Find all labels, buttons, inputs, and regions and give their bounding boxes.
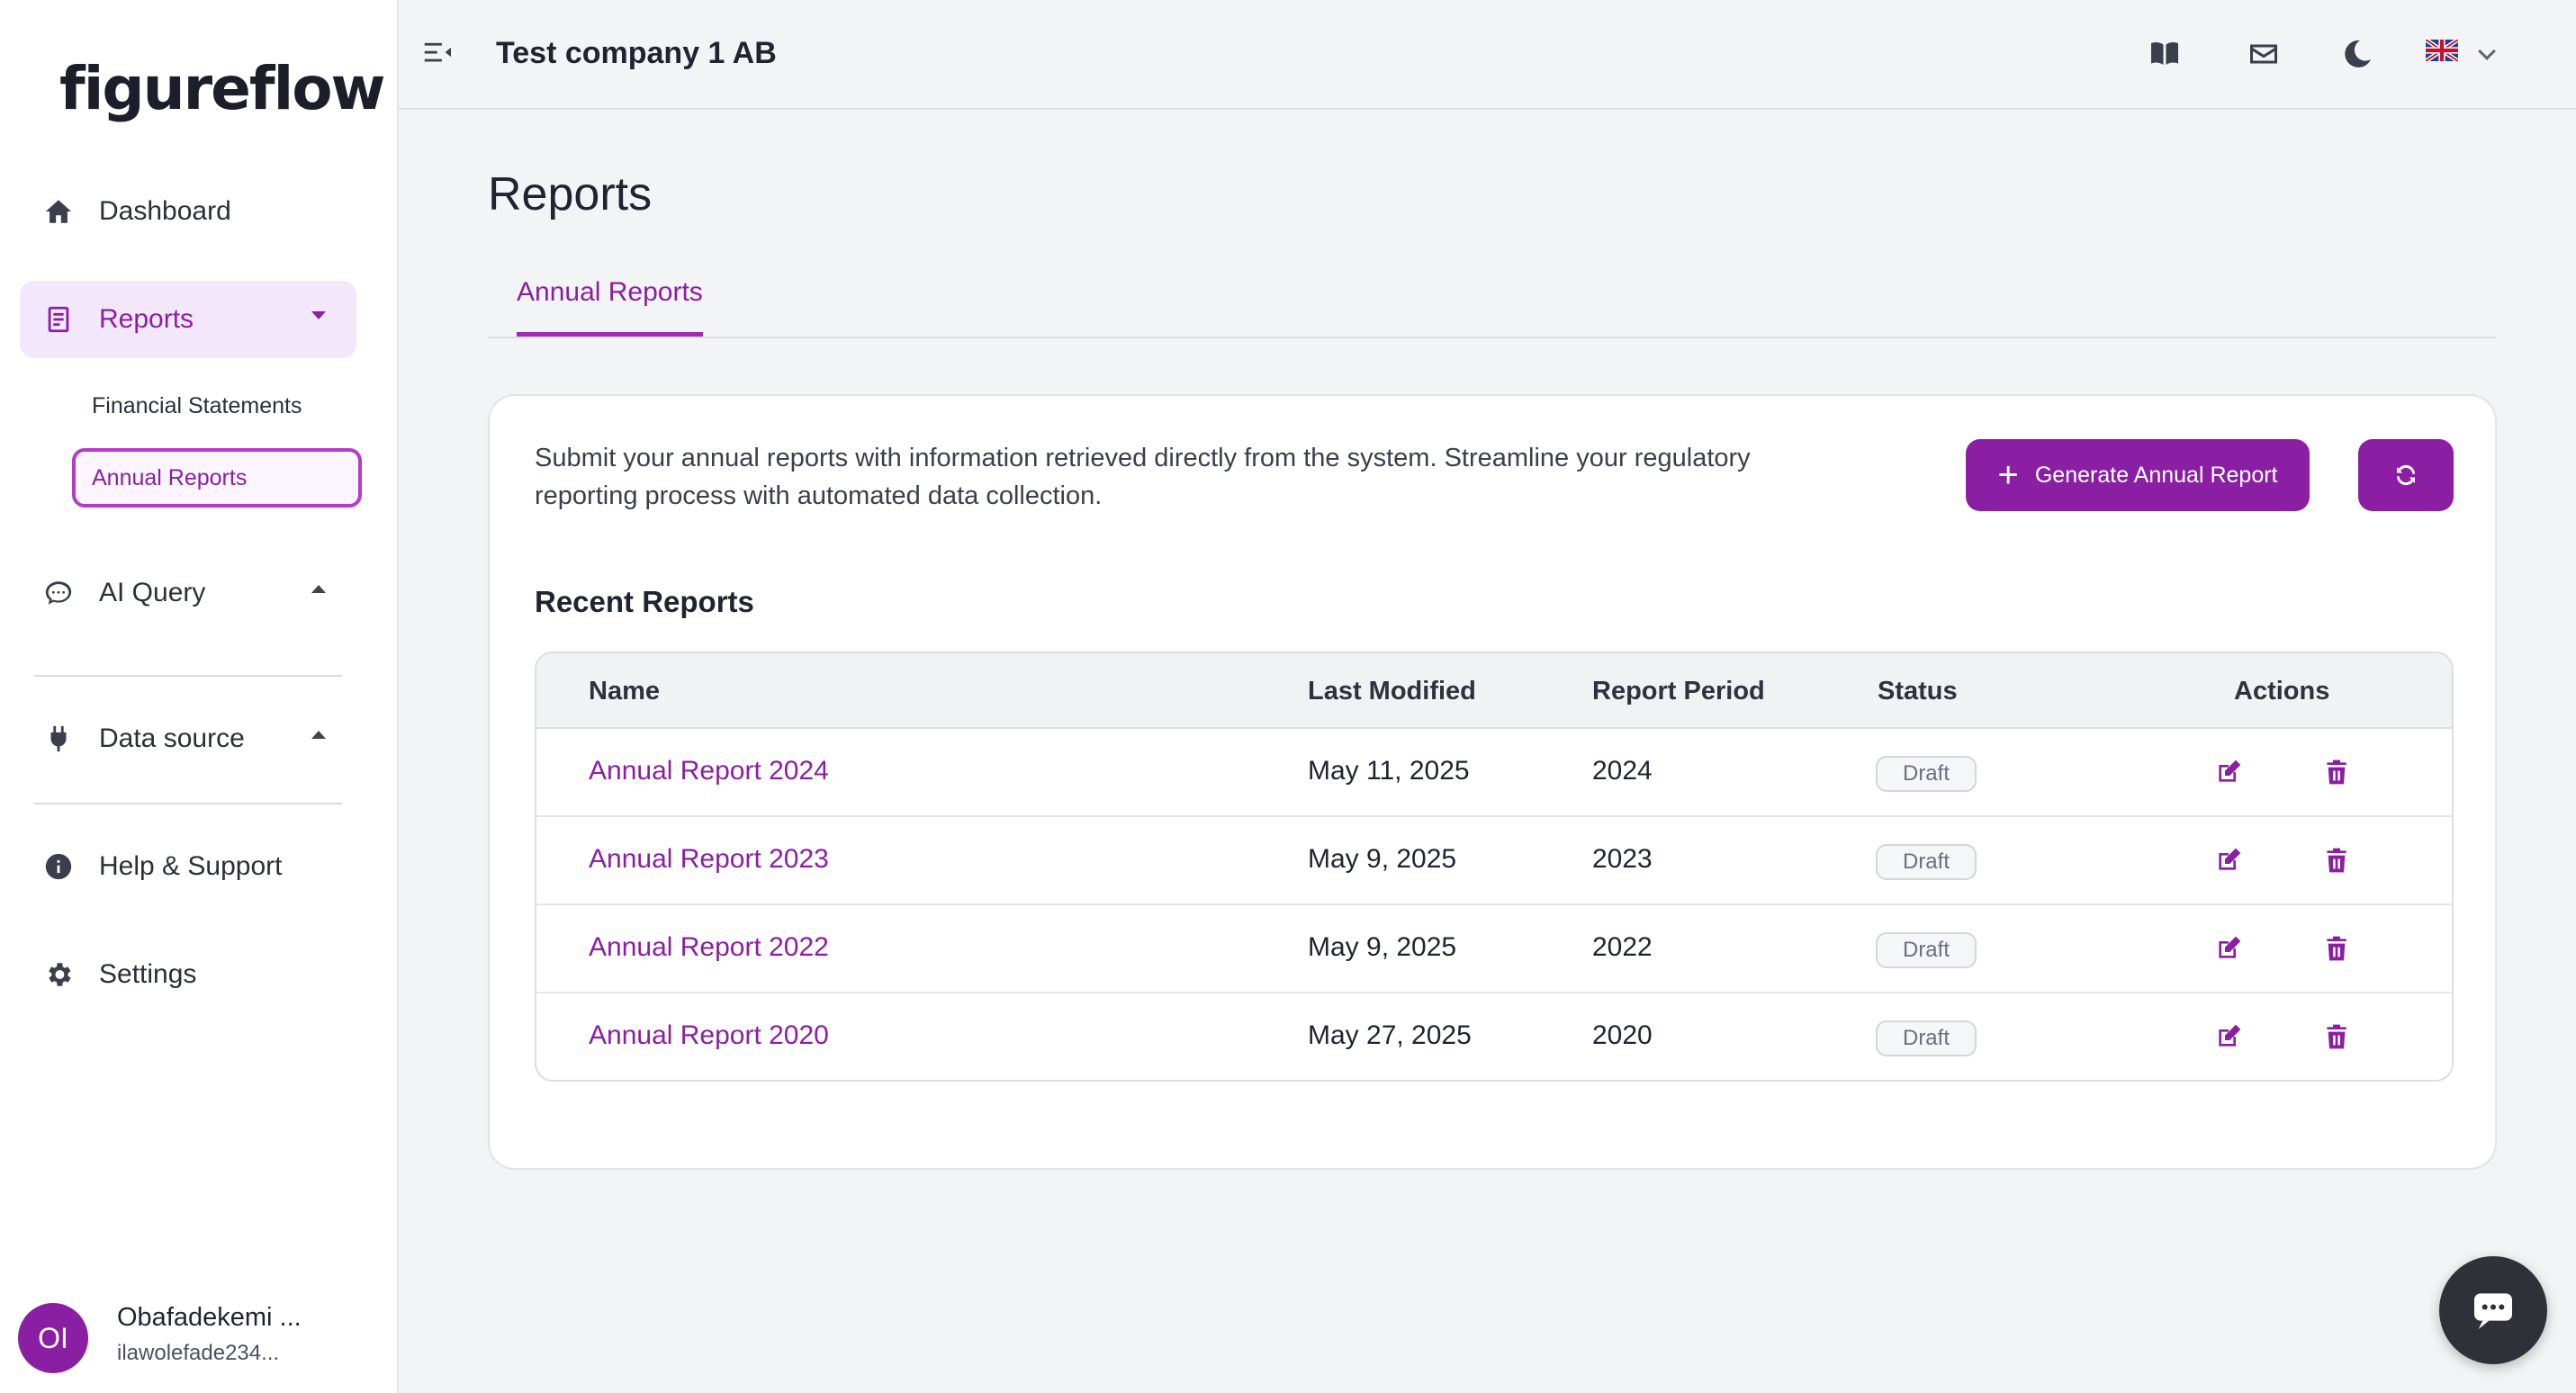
sidebar-item-settings[interactable]: Settings [20, 936, 356, 1013]
last-modified-cell: May 27, 2025 [1308, 1020, 1472, 1050]
table-row: Annual Report 2024 May 11, 2025 2024 Dra… [536, 729, 2452, 817]
sidebar-item-label: Data source [99, 723, 245, 753]
last-modified-cell: May 11, 2025 [1308, 756, 1470, 786]
caret-up-icon [311, 731, 326, 739]
column-header-status[interactable]: Status [1878, 677, 1958, 706]
collapse-sidebar-icon[interactable] [424, 40, 456, 68]
last-modified-cell: May 9, 2025 [1308, 844, 1457, 874]
chat-widget-button[interactable] [2439, 1256, 2547, 1364]
plus-icon: + [1997, 455, 2019, 495]
book-icon[interactable] [2148, 38, 2184, 74]
generate-annual-report-button[interactable]: + Generate Annual Report [1966, 439, 2310, 511]
user-email: ilawolefade234... [117, 1341, 280, 1365]
page-title: Reports [488, 168, 653, 220]
plug-icon [41, 722, 76, 756]
chevron-down-icon[interactable] [2478, 42, 2496, 60]
reports-description: Submit your annual reports with informat… [535, 444, 1751, 510]
sidebar-item-label: Dashboard [99, 196, 231, 226]
sidebar-subitem-financial-statements[interactable]: Financial Statements [72, 376, 362, 436]
report-period-cell: 2022 [1592, 932, 1653, 962]
status-badge: Draft [1876, 756, 1977, 792]
home-icon [41, 194, 76, 229]
edit-icon[interactable] [2214, 1022, 2245, 1053]
sidebar-item-label: Help & Support [99, 851, 283, 881]
uk-flag-icon[interactable] [2424, 38, 2460, 63]
sidebar-item-data-source[interactable]: Data source [20, 700, 356, 777]
sidebar-item-label: Reports [99, 304, 194, 334]
tab-annual-reports[interactable]: Annual Reports [517, 270, 703, 337]
edit-icon[interactable] [2214, 934, 2245, 965]
delete-icon[interactable] [2322, 1022, 2353, 1053]
report-period-cell: 2023 [1592, 844, 1653, 874]
column-header-actions: Actions [2234, 677, 2330, 705]
report-name-link[interactable]: Annual Report 2022 [589, 932, 829, 963]
sidebar-item-label: AI Query [99, 578, 206, 607]
mail-icon[interactable] [2247, 38, 2283, 74]
sidebar-item-dashboard[interactable]: Dashboard [20, 173, 356, 250]
sidebar-item-label: Settings [99, 959, 197, 989]
caret-up-icon [311, 585, 326, 593]
delete-icon[interactable] [2322, 846, 2353, 876]
delete-icon[interactable] [2322, 934, 2353, 965]
caret-down-icon [311, 311, 326, 319]
chat-icon [2474, 1293, 2512, 1329]
sidebar: figureflow Dashboard Reports Financial S… [0, 0, 399, 1393]
sidebar-item-help-support[interactable]: Help & Support [20, 828, 356, 905]
column-header-name[interactable]: Name [589, 677, 660, 706]
table-header: Name Last Modified Report Period Status … [536, 653, 2452, 729]
sidebar-divider [34, 803, 342, 804]
report-name-link[interactable]: Annual Report 2024 [589, 756, 829, 786]
report-name-link[interactable]: Annual Report 2020 [589, 1020, 829, 1051]
edit-icon[interactable] [2214, 846, 2245, 876]
status-badge: Draft [1876, 844, 1977, 880]
report-period-cell: 2024 [1592, 756, 1653, 786]
sidebar-item-reports[interactable]: Reports [20, 281, 356, 358]
column-header-report-period[interactable]: Report Period [1592, 677, 1765, 706]
top-bar: Test company 1 AB [399, 0, 2576, 110]
tab-bar: Annual Reports [488, 270, 2497, 338]
moon-icon[interactable] [2341, 38, 2377, 74]
table-row: Annual Report 2023 May 9, 2025 2023 Draf… [536, 817, 2452, 905]
last-modified-cell: May 9, 2025 [1308, 932, 1457, 962]
refresh-icon [2397, 464, 2415, 486]
report-name-link[interactable]: Annual Report 2023 [589, 844, 829, 875]
sidebar-subitem-label: Annual Reports [92, 464, 248, 490]
user-profile[interactable]: OI Obafadekemi ... ilawolefade234... [18, 1299, 378, 1377]
gear-icon [41, 957, 76, 992]
info-icon [41, 849, 76, 884]
company-name: Test company 1 AB [496, 36, 777, 70]
reports-card: Submit your annual reports with informat… [488, 394, 2497, 1170]
status-badge: Draft [1876, 1020, 1977, 1056]
avatar[interactable]: OI [18, 1303, 88, 1373]
column-header-last-modified[interactable]: Last Modified [1308, 677, 1476, 706]
status-badge: Draft [1876, 932, 1977, 968]
refresh-button[interactable] [2358, 439, 2454, 511]
sidebar-item-ai-query[interactable]: AI Query [20, 554, 356, 632]
sidebar-subitem-annual-reports[interactable]: Annual Reports [72, 448, 362, 508]
edit-icon[interactable] [2214, 758, 2245, 788]
chat-bubble-icon [41, 576, 76, 610]
user-name: Obafadekemi ... [117, 1303, 302, 1332]
delete-icon[interactable] [2322, 758, 2353, 788]
table-row: Annual Report 2020 May 27, 2025 2020 Dra… [536, 993, 2452, 1080]
generate-button-label: Generate Annual Report [2034, 462, 2278, 488]
document-icon [41, 302, 76, 337]
reports-table: Name Last Modified Report Period Status … [535, 652, 2454, 1082]
table-row: Annual Report 2022 May 9, 2025 2022 Draf… [536, 905, 2452, 993]
app-logo[interactable]: figureflow [59, 54, 386, 123]
sidebar-subitem-label: Financial Statements [92, 392, 302, 418]
report-period-cell: 2020 [1592, 1020, 1653, 1050]
sidebar-divider [34, 675, 342, 677]
recent-reports-title: Recent Reports [535, 585, 754, 618]
